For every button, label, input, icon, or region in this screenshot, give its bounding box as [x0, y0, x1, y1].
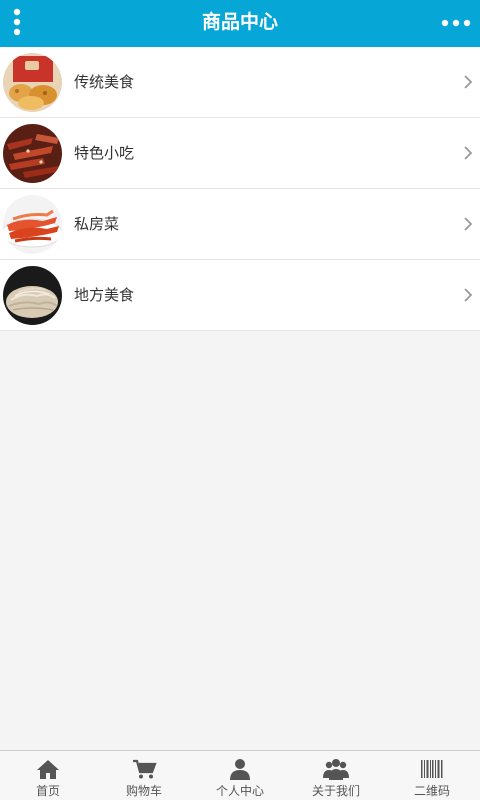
nav-label: 购物车 — [125, 784, 162, 798]
category-label: 私房菜 — [74, 215, 120, 233]
private-kitchen-dish-thumbnail — [3, 195, 62, 254]
nav-label: 首页 — [35, 784, 60, 798]
nav-item-home[interactable]: 首页 — [0, 751, 96, 800]
more-button[interactable] — [438, 8, 474, 38]
cart-icon — [133, 759, 157, 779]
nav-label: 个人中心 — [215, 784, 264, 798]
nav-label: 关于我们 — [311, 784, 360, 798]
barcode-icon — [421, 760, 443, 778]
page-title: 商品中心 — [201, 11, 278, 33]
nav-item-cart[interactable]: 购物车 — [96, 751, 192, 800]
category-item-traditional-food[interactable]: 传统美食 — [0, 47, 480, 118]
specialty-snack-thumbnail — [3, 124, 62, 183]
top-bar: 商品中心 — [0, 0, 480, 47]
category-label: 特色小吃 — [74, 144, 135, 162]
group-icon — [323, 759, 349, 780]
home-icon — [37, 760, 59, 779]
chevron-right-icon — [464, 75, 473, 89]
nav-item-profile[interactable]: 个人中心 — [192, 751, 288, 800]
bottom-nav: 首页 购物车 个人中心 关于我们 二维码 — [0, 750, 480, 800]
traditional-food-thumbnail — [3, 53, 62, 112]
nav-item-about[interactable]: 关于我们 — [288, 751, 384, 800]
chevron-right-icon — [464, 217, 473, 231]
category-label: 传统美食 — [74, 73, 135, 91]
category-label: 地方美食 — [74, 286, 135, 304]
nav-item-qrcode[interactable]: 二维码 — [384, 751, 480, 800]
chevron-right-icon — [464, 146, 473, 160]
category-item-local-food[interactable]: 地方美食 — [0, 260, 480, 331]
local-food-thumbnail — [3, 266, 62, 325]
category-list: 传统美食 特色小吃 私房菜 地方美食 — [0, 47, 480, 331]
category-item-private-kitchen[interactable]: 私房菜 — [0, 189, 480, 260]
category-item-specialty-snacks[interactable]: 特色小吃 — [0, 118, 480, 189]
chevron-right-icon — [464, 288, 473, 302]
nav-label: 二维码 — [413, 784, 450, 798]
app-screen: 商品中心 传统美食 特色小吃 私房菜 地方美食 首页 购物车 个人中心 关于我们… — [0, 0, 480, 800]
user-icon — [230, 759, 250, 780]
horizontal-dots-more-icon — [441, 19, 471, 27]
